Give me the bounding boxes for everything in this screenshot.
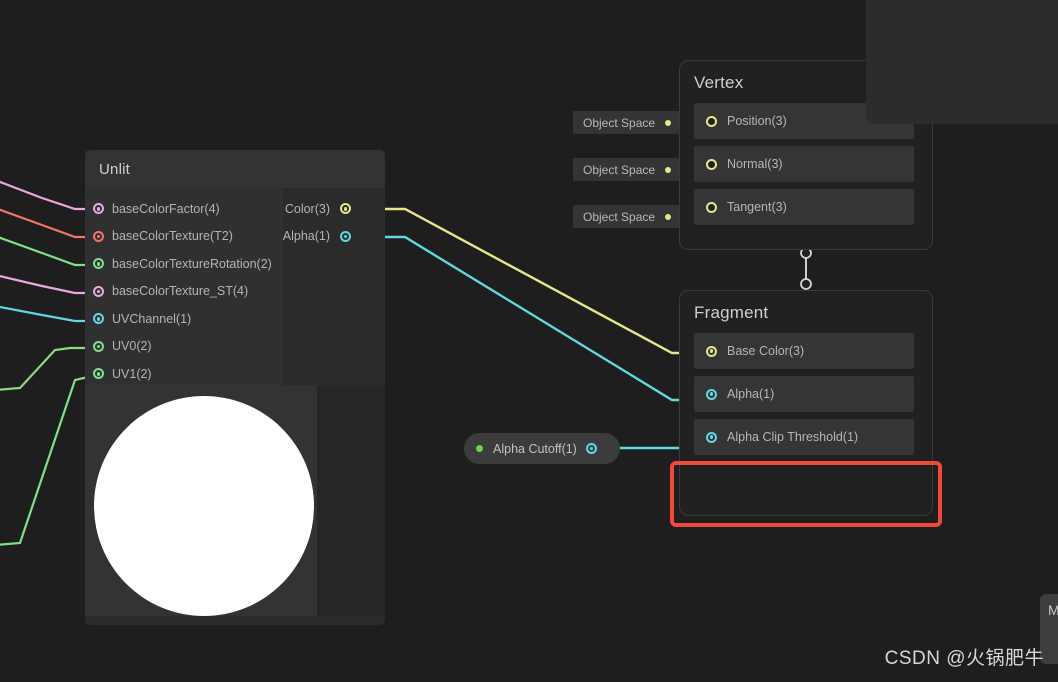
output-port-alpha[interactable]: Alpha(1) xyxy=(283,223,351,251)
port-dot-icon[interactable] xyxy=(93,285,104,297)
object-space-badge-position[interactable]: Object Space xyxy=(573,111,680,134)
port-dot-icon[interactable] xyxy=(93,313,104,325)
input-port-label: baseColorTexture_ST(4) xyxy=(112,284,249,299)
red-annotation-rectangle xyxy=(670,461,942,527)
port-dot-icon[interactable] xyxy=(706,115,717,127)
port-dot-icon[interactable] xyxy=(93,203,104,215)
object-space-badge-normal[interactable]: Object Space xyxy=(573,158,680,181)
shader-graph-canvas[interactable]: Unlit baseColorFactor(4) baseColorTextur… xyxy=(0,0,1058,682)
port-dot-icon[interactable] xyxy=(340,203,351,215)
output-port-label: Alpha(1) xyxy=(282,229,330,244)
preview-sphere-shape xyxy=(94,396,314,616)
object-space-label: Object Space xyxy=(583,209,656,224)
port-dot-icon[interactable] xyxy=(93,230,104,242)
object-space-dot-icon xyxy=(665,166,672,173)
output-port-color[interactable]: Color(3) xyxy=(283,195,351,223)
unlit-preview-viewport[interactable] xyxy=(85,385,317,616)
object-space-badge-tangent[interactable]: Object Space xyxy=(573,205,680,228)
input-port-UVChannel[interactable]: UVChannel(1) xyxy=(85,305,283,333)
inspector-panel[interactable] xyxy=(866,0,1058,124)
object-space-dot-icon xyxy=(665,119,672,126)
object-space-dot-icon xyxy=(665,213,672,220)
port-dot-icon[interactable] xyxy=(706,388,717,400)
vertex-slot-label: Normal(3) xyxy=(727,157,783,171)
input-port-UV1[interactable]: UV1(2) xyxy=(85,360,283,388)
right-side-panel-label: M xyxy=(1048,602,1058,618)
unlit-output-port-list: Color(3) Alpha(1) xyxy=(282,188,385,385)
input-port-baseColorTexture[interactable]: baseColorTexture(T2) xyxy=(85,223,283,251)
unlit-node-title: Unlit xyxy=(85,150,385,188)
alpha-cutoff-label: Alpha Cutoff(1) xyxy=(493,441,577,456)
port-dot-icon[interactable] xyxy=(706,431,717,443)
object-space-label: Object Space xyxy=(583,115,656,130)
vertex-slot-normal[interactable]: Normal(3) xyxy=(694,146,914,182)
fragment-slot-label: Alpha(1) xyxy=(727,387,775,401)
unlit-input-port-list: baseColorFactor(4) baseColorTexture(T2) … xyxy=(85,188,283,385)
input-port-label: UVChannel(1) xyxy=(112,311,192,326)
fragment-slot-alpha[interactable]: Alpha(1) xyxy=(694,376,914,412)
port-dot-icon[interactable] xyxy=(93,258,104,270)
fragment-slot-label: Alpha Clip Threshold(1) xyxy=(727,430,859,444)
unlit-node[interactable]: Unlit baseColorFactor(4) baseColorTextur… xyxy=(85,150,385,625)
port-dot-icon[interactable] xyxy=(93,340,104,352)
input-port-label: baseColorFactor(4) xyxy=(112,201,220,216)
input-port-baseColorFactor[interactable]: baseColorFactor(4) xyxy=(85,195,283,223)
input-port-label: baseColorTextureRotation(2) xyxy=(112,256,272,271)
unlit-node-ports: baseColorFactor(4) baseColorTexture(T2) … xyxy=(85,188,385,385)
property-dot-icon xyxy=(476,445,483,452)
unlit-preview-area[interactable] xyxy=(85,385,385,616)
port-dot-icon[interactable] xyxy=(706,201,717,213)
port-dot-icon[interactable] xyxy=(340,230,351,242)
port-dot-icon[interactable] xyxy=(93,368,104,380)
object-space-label: Object Space xyxy=(583,162,656,177)
input-port-baseColorTextureRotation[interactable]: baseColorTextureRotation(2) xyxy=(85,250,283,278)
alpha-cutoff-node[interactable]: Alpha Cutoff(1) xyxy=(464,433,620,464)
port-dot-icon[interactable] xyxy=(585,443,597,454)
port-dot-icon[interactable] xyxy=(706,158,717,170)
input-port-label: baseColorTexture(T2) xyxy=(112,229,233,244)
input-port-UV0[interactable]: UV0(2) xyxy=(85,333,283,361)
vertex-slot-label: Position(3) xyxy=(727,114,787,128)
vertex-slot-tangent[interactable]: Tangent(3) xyxy=(694,189,914,225)
fragment-slot-base-color[interactable]: Base Color(3) xyxy=(694,333,914,369)
vertex-slot-label: Tangent(3) xyxy=(727,200,787,214)
fragment-slot-label: Base Color(3) xyxy=(727,344,805,358)
port-dot-icon[interactable] xyxy=(706,345,717,357)
input-port-label: UV1(2) xyxy=(112,366,152,381)
input-port-label: UV0(2) xyxy=(112,339,152,354)
fragment-node-title: Fragment xyxy=(694,303,769,322)
watermark-text: CSDN @火锅肥牛 xyxy=(884,648,1044,669)
input-port-baseColorTexture-ST[interactable]: baseColorTexture_ST(4) xyxy=(85,278,283,306)
fragment-slot-alpha-clip-threshold[interactable]: Alpha Clip Threshold(1) xyxy=(694,419,914,455)
output-port-label: Color(3) xyxy=(284,201,330,216)
